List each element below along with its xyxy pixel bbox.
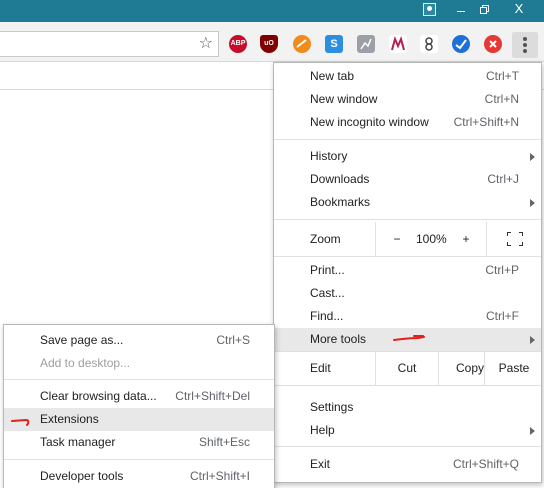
submenu-item-developer-tools[interactable]: Developer tools Ctrl+Shift+I: [4, 465, 274, 488]
person-icon: [422, 3, 436, 16]
submenu-arrow-icon: [530, 427, 535, 435]
cut-button[interactable]: Cut: [376, 351, 438, 385]
submenu-item-extensions[interactable]: Extensions: [4, 408, 274, 431]
edit-row: Edit Cut Copy Paste: [274, 351, 541, 385]
paste-button[interactable]: Paste: [485, 351, 543, 385]
ublock-origin-icon[interactable]: uO: [260, 35, 278, 53]
menu-divider: [274, 219, 541, 220]
menu-item-cast[interactable]: Cast...: [274, 282, 541, 305]
orange-extension-icon[interactable]: [293, 35, 311, 53]
menu-item-downloads[interactable]: Downloads Ctrl+J: [274, 168, 541, 191]
submenu-item-clear-browsing-data[interactable]: Clear browsing data... Ctrl+Shift+Del: [4, 385, 274, 408]
menu-divider: [274, 139, 541, 140]
submenu-arrow-icon: [530, 153, 535, 161]
zoom-level: 100%: [416, 232, 447, 246]
menu-item-settings[interactable]: Settings: [274, 396, 541, 419]
s-extension-icon[interactable]: S: [325, 35, 343, 53]
minimize-button[interactable]: [450, 0, 472, 20]
submenu-item-save-page[interactable]: Save page as... Ctrl+S: [4, 329, 274, 352]
submenu-arrow-icon: [530, 199, 535, 207]
sketch-extension-icon[interactable]: [420, 35, 438, 53]
menu-item-new-tab[interactable]: New tab Ctrl+T: [274, 65, 541, 88]
m-extension-icon[interactable]: [389, 35, 407, 53]
menu-divider: [274, 446, 541, 447]
menu-item-find[interactable]: Find... Ctrl+F: [274, 305, 541, 328]
menu-item-new-window[interactable]: New window Ctrl+N: [274, 88, 541, 111]
chrome-main-menu: New tab Ctrl+T New window Ctrl+N New inc…: [273, 62, 542, 483]
menu-item-history[interactable]: History: [274, 145, 541, 168]
kebab-menu-icon[interactable]: [512, 32, 538, 58]
star-icon[interactable]: ☆: [199, 34, 213, 54]
close-window-button[interactable]: X: [500, 0, 538, 20]
menu-item-new-incognito-window[interactable]: New incognito window Ctrl+Shift+N: [274, 111, 541, 134]
fullscreen-icon[interactable]: [507, 232, 523, 246]
submenu-item-task-manager[interactable]: Task manager Shift+Esc: [4, 431, 274, 454]
menu-divider: [274, 256, 541, 257]
blue-check-extension-icon[interactable]: [452, 35, 470, 53]
browser-toolbar: ☆ ABP uO S: [0, 22, 544, 62]
menu-item-help[interactable]: Help: [274, 419, 541, 442]
gray-extension-icon[interactable]: [357, 35, 375, 53]
restore-button[interactable]: [474, 0, 496, 20]
window-titlebar: X: [0, 0, 544, 22]
menu-divider: [4, 379, 274, 380]
menu-item-print[interactable]: Print... Ctrl+P: [274, 259, 541, 282]
menu-divider: [274, 385, 541, 386]
more-tools-submenu: Save page as... Ctrl+S Add to desktop...…: [3, 324, 275, 488]
profile-button[interactable]: [417, 0, 441, 20]
red-x-extension-icon[interactable]: [484, 35, 502, 53]
annotation-scribble: [393, 335, 425, 341]
annotation-arrow: [11, 418, 30, 426]
zoom-in-button[interactable]: +: [461, 222, 471, 256]
adblock-plus-icon[interactable]: ABP: [229, 35, 247, 53]
menu-item-exit[interactable]: Exit Ctrl+Shift+Q: [274, 453, 541, 476]
menu-item-bookmarks[interactable]: Bookmarks: [274, 191, 541, 214]
address-bar[interactable]: ☆: [0, 31, 219, 57]
zoom-row: Zoom − 100% +: [274, 222, 541, 256]
zoom-label: Zoom: [310, 232, 341, 246]
edit-label: Edit: [310, 361, 331, 375]
zoom-out-button[interactable]: −: [392, 222, 402, 256]
submenu-item-add-to-desktop: Add to desktop...: [40, 356, 131, 370]
submenu-arrow-icon: [530, 336, 535, 344]
menu-divider: [4, 459, 274, 460]
